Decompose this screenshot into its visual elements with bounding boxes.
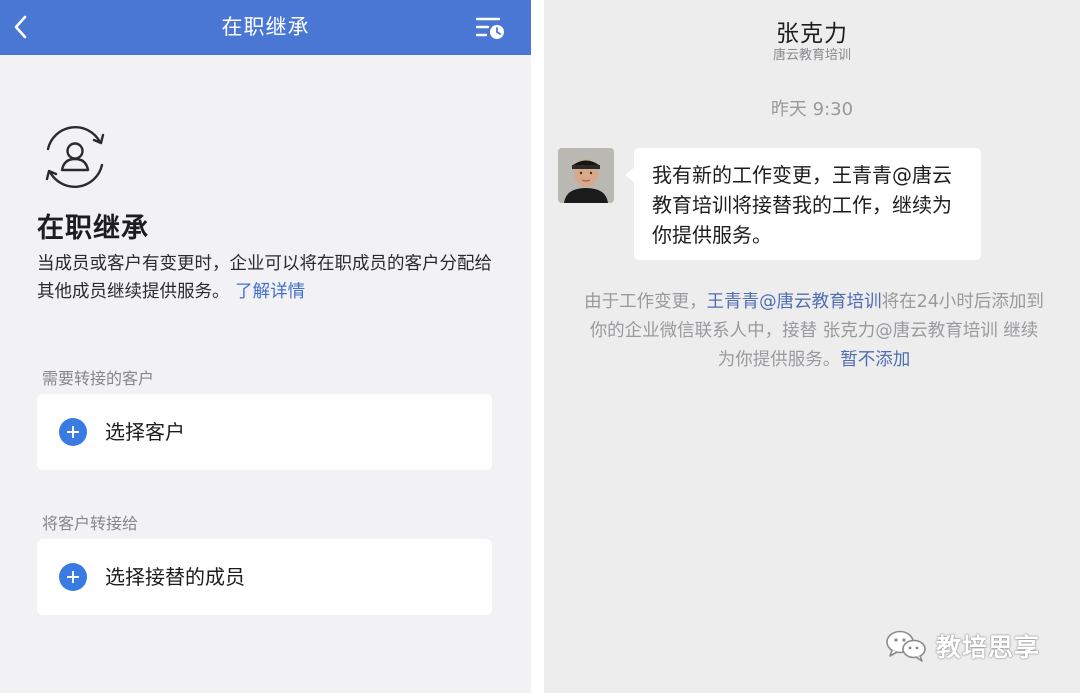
system-notice: 由于工作变更，王青青@唐云教育培训将在24小时后添加到你的企业微信联系人中，接替… xyxy=(584,288,1044,375)
chat-message-bubble[interactable]: 我有新的工作变更，王青青@唐云教育培训将接替我的工作，继续为你提供服务。 xyxy=(625,148,981,260)
avatar[interactable] xyxy=(558,148,614,203)
select-customer-label: 选择客户 xyxy=(105,420,185,444)
system-notice-prefix: 由于工作变更， xyxy=(584,292,707,312)
chat-screen: 张克力 唐云教育培训 昨天 9:30 我有新的工作变更，王青青@唐云教育培训将接… xyxy=(544,0,1080,693)
wechat-icon xyxy=(884,628,928,662)
feature-title: 在职继承 xyxy=(37,213,149,244)
decline-add-link[interactable]: 暂不添加 xyxy=(840,350,910,370)
contact-name[interactable]: 张克力 xyxy=(544,14,1080,48)
plus-icon xyxy=(59,563,87,591)
select-customer-button[interactable]: 选择客户 xyxy=(37,394,492,470)
page-title: 在职继承 xyxy=(221,15,310,39)
feature-description: 当成员或客户有变更时，企业可以将在职成员的客户分配给其他成员继续提供服务。 了解… xyxy=(37,250,507,306)
learn-more-link[interactable]: 了解详情 xyxy=(235,282,305,302)
select-successor-button[interactable]: 选择接替的成员 xyxy=(37,539,492,615)
successor-link[interactable]: 王青青@唐云教育培训 xyxy=(707,292,882,312)
section-label-transfer-to: 将客户转接给 xyxy=(42,514,139,533)
list-clock-icon[interactable] xyxy=(474,13,508,43)
nav-bar: 在职继承 xyxy=(0,0,531,55)
section-label-customers: 需要转接的客户 xyxy=(42,369,155,388)
succession-screen: 在职继承 在职继承 当成员或客户有变更时，企业可以将在职成员的客户分配给其他成员… xyxy=(0,0,531,693)
plus-icon xyxy=(59,418,87,446)
panel-divider xyxy=(531,0,544,693)
watermark: 教培思享 xyxy=(884,624,1054,664)
watermark-text: 教培思享 xyxy=(936,633,1041,662)
contact-organization: 唐云教育培训 xyxy=(772,48,851,63)
select-successor-label: 选择接替的成员 xyxy=(105,565,245,589)
message-timestamp: 昨天 9:30 xyxy=(770,99,854,120)
person-transfer-icon xyxy=(38,122,112,192)
